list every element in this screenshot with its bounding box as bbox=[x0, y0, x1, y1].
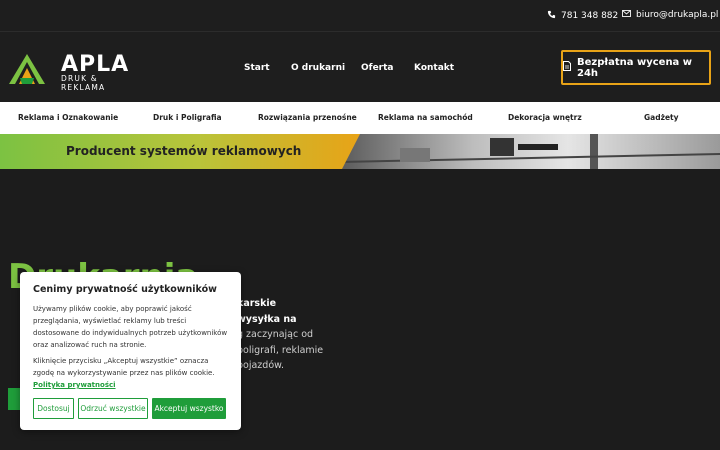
phone-number: 781 348 882 bbox=[561, 11, 619, 21]
phone-link[interactable]: 781 348 882 bbox=[547, 10, 618, 22]
nav-oferta[interactable]: Oferta bbox=[361, 63, 393, 73]
logo-tagline: DRUK & REKLAMA bbox=[61, 74, 106, 92]
hero-text-line: wysyłka na bbox=[237, 313, 297, 325]
category-bar: Reklama i Oznakowanie Druk i Poligrafia … bbox=[0, 102, 720, 134]
phone-icon bbox=[547, 10, 556, 22]
hero-text-line: poligrafi, reklamie bbox=[237, 344, 324, 356]
top-contact-bar: 781 348 882 biuro@drukapla.pl bbox=[0, 0, 720, 32]
email-link[interactable]: biuro@drukapla.pl bbox=[622, 10, 718, 20]
hero-text-line: g zaczynając od bbox=[237, 329, 314, 340]
main-header: APLA DRUK & REKLAMA Start O drukarni Ofe… bbox=[0, 32, 720, 102]
accept-all-button[interactable]: Akceptuj wszystko bbox=[152, 398, 226, 419]
nav-kontakt[interactable]: Kontakt bbox=[414, 63, 454, 73]
free-quote-button[interactable]: Bezpłatna wycena w 24h bbox=[561, 50, 711, 85]
category-reklama-oznakowanie[interactable]: Reklama i Oznakowanie bbox=[18, 113, 118, 122]
category-dekoracja-wnetrz[interactable]: Dekoracja wnętrz bbox=[508, 113, 582, 122]
category-rozwiazania-przenosne[interactable]: Rozwiązania przenośne bbox=[258, 113, 357, 122]
cookie-title: Cenimy prywatność użytkowników bbox=[33, 284, 217, 295]
free-quote-label: Bezpłatna wycena w 24h bbox=[577, 56, 693, 79]
cookie-consent-text: Kliknięcie przycisku „Akceptuj wszystkie… bbox=[33, 355, 228, 391]
hero-text-line: pojazdów. bbox=[237, 360, 285, 371]
privacy-policy-link[interactable]: Polityka prywatności bbox=[33, 381, 116, 389]
hero-band-title: Producent systemów reklamowych bbox=[66, 144, 302, 158]
cookie-buttons: Dostosuj Odrzuć wszystkie Akceptuj wszys… bbox=[33, 398, 226, 419]
document-icon bbox=[563, 61, 571, 74]
category-reklama-samochod[interactable]: Reklama na samochód bbox=[378, 113, 473, 122]
hero-photo bbox=[339, 134, 720, 169]
hero-text-line: karskie bbox=[237, 298, 277, 309]
nav-start[interactable]: Start bbox=[244, 63, 270, 73]
logo[interactable]: APLA DRUK & REKLAMA bbox=[9, 52, 134, 92]
category-gadzety[interactable]: Gadżety bbox=[644, 113, 679, 122]
cookie-consent-sentence: Kliknięcie przycisku „Akceptuj wszystkie… bbox=[33, 357, 215, 377]
mail-icon bbox=[622, 10, 631, 20]
nav-o-drukarni[interactable]: O drukarni bbox=[291, 63, 345, 73]
logo-mark-icon bbox=[9, 54, 45, 84]
hero-description: karskie wysyłka na g zaczynając od polig… bbox=[237, 296, 357, 374]
customize-button[interactable]: Dostosuj bbox=[33, 398, 74, 419]
cookie-text: Używamy plików cookie, aby poprawić jako… bbox=[33, 305, 228, 349]
hero-band: Producent systemów reklamowych bbox=[0, 134, 720, 169]
category-druk-poligrafia[interactable]: Druk i Poligrafia bbox=[153, 113, 222, 122]
reject-all-button[interactable]: Odrzuć wszystkie bbox=[78, 398, 148, 419]
email-address: biuro@drukapla.pl bbox=[636, 10, 719, 20]
cookie-consent-dialog: Cenimy prywatność użytkowników Używamy p… bbox=[20, 272, 241, 430]
